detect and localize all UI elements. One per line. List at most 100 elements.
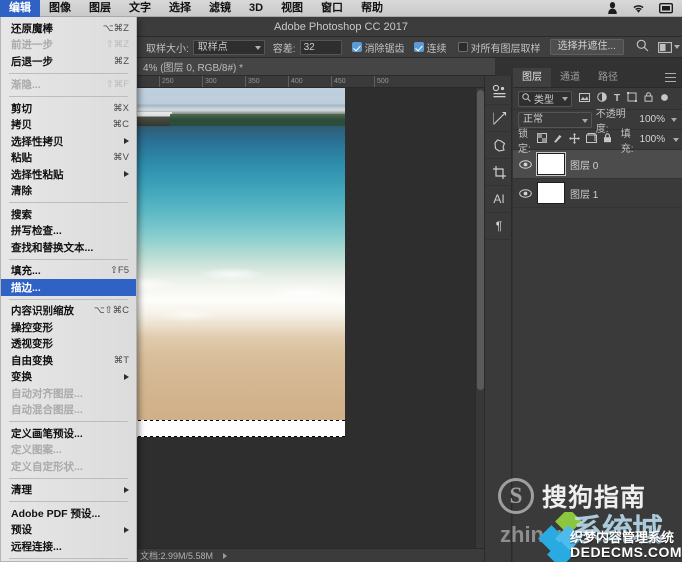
sample-size-label: 取样大小: [146,43,189,55]
menu-item[interactable]: 查找和替换文本... [1,239,136,256]
menu-item[interactable]: 自由变换 ⌘T [1,352,136,369]
paragraph-icon[interactable]: ¶ [485,213,513,240]
wifi-icon[interactable] [631,3,646,14]
table-row[interactable]: 图层 0 [513,150,682,179]
menu-item[interactable]: 透视变形 [1,336,136,353]
layer-thumbnail[interactable] [537,182,565,204]
menu-item-label: 操控变形 [11,321,53,334]
paragraph-label: ¶ [495,219,503,233]
menu-separator [9,421,128,422]
layer-visibility-icon[interactable] [518,159,532,169]
canvas-vertical-scrollbar[interactable] [475,88,484,548]
tab-channels[interactable]: 通道 [551,68,589,87]
blend-mode-row: 正常 不透明度: 100% [513,109,682,135]
filter-kind-select[interactable]: 类型 [518,90,572,107]
adjustment-filter-icon[interactable] [597,92,607,105]
lock-transparent-icon[interactable] [536,133,547,146]
menu-item[interactable]: 还原魔棒 ⌥⌘Z [1,20,136,37]
sample-size-select[interactable]: 取样点 [192,39,265,55]
menu-item-label: 填充... [11,265,41,278]
menu-item: 前进一步 ⇧⌘Z [1,37,136,54]
chevron-right-icon [124,373,129,380]
select-and-mask-button[interactable]: 选择并遮住... [549,39,624,55]
menu-item[interactable]: 搜索 [1,206,136,223]
menu-item[interactable]: 定义画笔预设... [1,425,136,442]
opacity-value[interactable]: 100% [639,114,665,125]
menu-item[interactable]: 描边... [1,279,136,296]
user-icon[interactable] [607,2,618,14]
search-icon[interactable] [636,39,649,55]
photoshop-window: 编辑 图像 图层 文字 选择 滤镜 3D 视图 窗口 帮助 Adobe Phot… [0,0,682,562]
lock-all-icon[interactable] [603,133,612,146]
menu-layer[interactable]: 图层 [80,0,120,17]
layer-thumbnail[interactable] [536,152,566,176]
shape-filter-icon[interactable] [627,92,638,105]
menu-3d[interactable]: 3D [240,0,272,17]
menu-item[interactable]: 拼写检查... [1,223,136,240]
menu-edit[interactable]: 编辑 [0,0,40,17]
panel-menu-icon[interactable] [665,73,676,82]
menu-view[interactable]: 视图 [272,0,312,17]
menu-item[interactable]: 选择性拷贝 [1,133,136,150]
menu-image[interactable]: 图像 [40,0,80,17]
type-ai-icon[interactable]: AI [485,186,513,213]
menu-item[interactable]: 后退一步 ⌘Z [1,53,136,70]
chevron-down-icon[interactable] [671,117,677,122]
lock-artboard-icon[interactable] [585,133,597,146]
crop-icon[interactable] [485,159,513,186]
tab-paths[interactable]: 路径 [589,68,627,87]
menu-item[interactable]: 拷贝 ⌘C [1,117,136,134]
tolerance-label: 容差: [272,43,296,55]
edit-dropdown-menu[interactable]: 还原魔棒 ⌥⌘Z 前进一步 ⇧⌘Z 后退一步 ⌘Z 渐隐... ⇧⌘F 剪切 ⌘X 拷贝 ⌘C 选择性拷… [0,17,137,562]
lock-position-icon[interactable] [568,132,580,147]
menu-filter[interactable]: 滤镜 [200,0,240,17]
menu-item[interactable]: 填充... ⇧F5 [1,263,136,280]
menu-select[interactable]: 选择 [160,0,200,17]
adjustments-icon[interactable] [485,78,513,105]
menu-window[interactable]: 窗口 [312,0,352,17]
menu-item[interactable]: 清除 [1,183,136,200]
menu-item[interactable]: Adobe PDF 预设... [1,505,136,522]
workspace-icon[interactable] [657,41,680,53]
fill-value[interactable]: 100% [640,134,666,145]
menu-item[interactable]: 操控变形 [1,319,136,336]
menu-item: 自动混合图层... [1,402,136,419]
menu-item-label: 描边... [11,281,41,294]
menu-item[interactable]: 剪切 ⌘X [1,100,136,117]
contiguous-checkbox[interactable]: 连续 [413,40,447,55]
smart-object-filter-icon[interactable] [644,92,653,105]
menu-item-label: 自动对齐图层... [11,387,83,400]
pixel-filter-icon[interactable] [579,92,590,105]
tolerance-input[interactable]: 32 [299,39,342,55]
scrollbar-thumb[interactable] [477,90,484,390]
menu-item[interactable]: 粘贴 ⌘V [1,150,136,167]
menu-item[interactable]: 预设 [1,522,136,539]
table-row[interactable]: 图层 1 [513,179,682,208]
lock-image-icon[interactable] [553,133,563,146]
menu-item[interactable]: 远程连接... [1,538,136,555]
lasso-shape-icon[interactable] [485,132,513,159]
menu-separator [9,501,128,502]
menu-help[interactable]: 帮助 [352,0,392,17]
menu-item[interactable]: 内容识别缩放 ⌥⇧⌘C [1,303,136,320]
menu-item-label: 清理 [11,484,32,497]
status-expand-icon[interactable] [223,552,228,559]
tab-layers[interactable]: 图层 [513,68,551,87]
chevron-down-icon[interactable] [673,137,680,142]
blend-mode-select[interactable]: 正常 [518,111,592,128]
menu-item[interactable]: 选择性粘贴 [1,166,136,183]
toggle-filter-icon[interactable] [660,93,669,105]
menu-item[interactable]: 清理 [1,482,136,499]
menu-item[interactable]: 变换 [1,369,136,386]
menu-item-label: 还原魔棒 [11,22,53,35]
antialias-checkbox[interactable]: 消除锯齿 [351,40,405,55]
all-layers-checkbox[interactable]: 对所有图层取样 [457,40,541,55]
menu-item-shortcut: ⌥⇧⌘C [93,305,129,317]
layer-visibility-icon[interactable] [518,188,532,198]
screen-icon[interactable] [659,2,673,14]
menu-type[interactable]: 文字 [120,0,160,17]
menu-item-shortcut: ⇧⌘F [105,79,129,91]
menu-separator [9,96,128,97]
menu-item-shortcut: ⌘V [113,152,129,164]
curves-icon[interactable] [485,105,513,132]
